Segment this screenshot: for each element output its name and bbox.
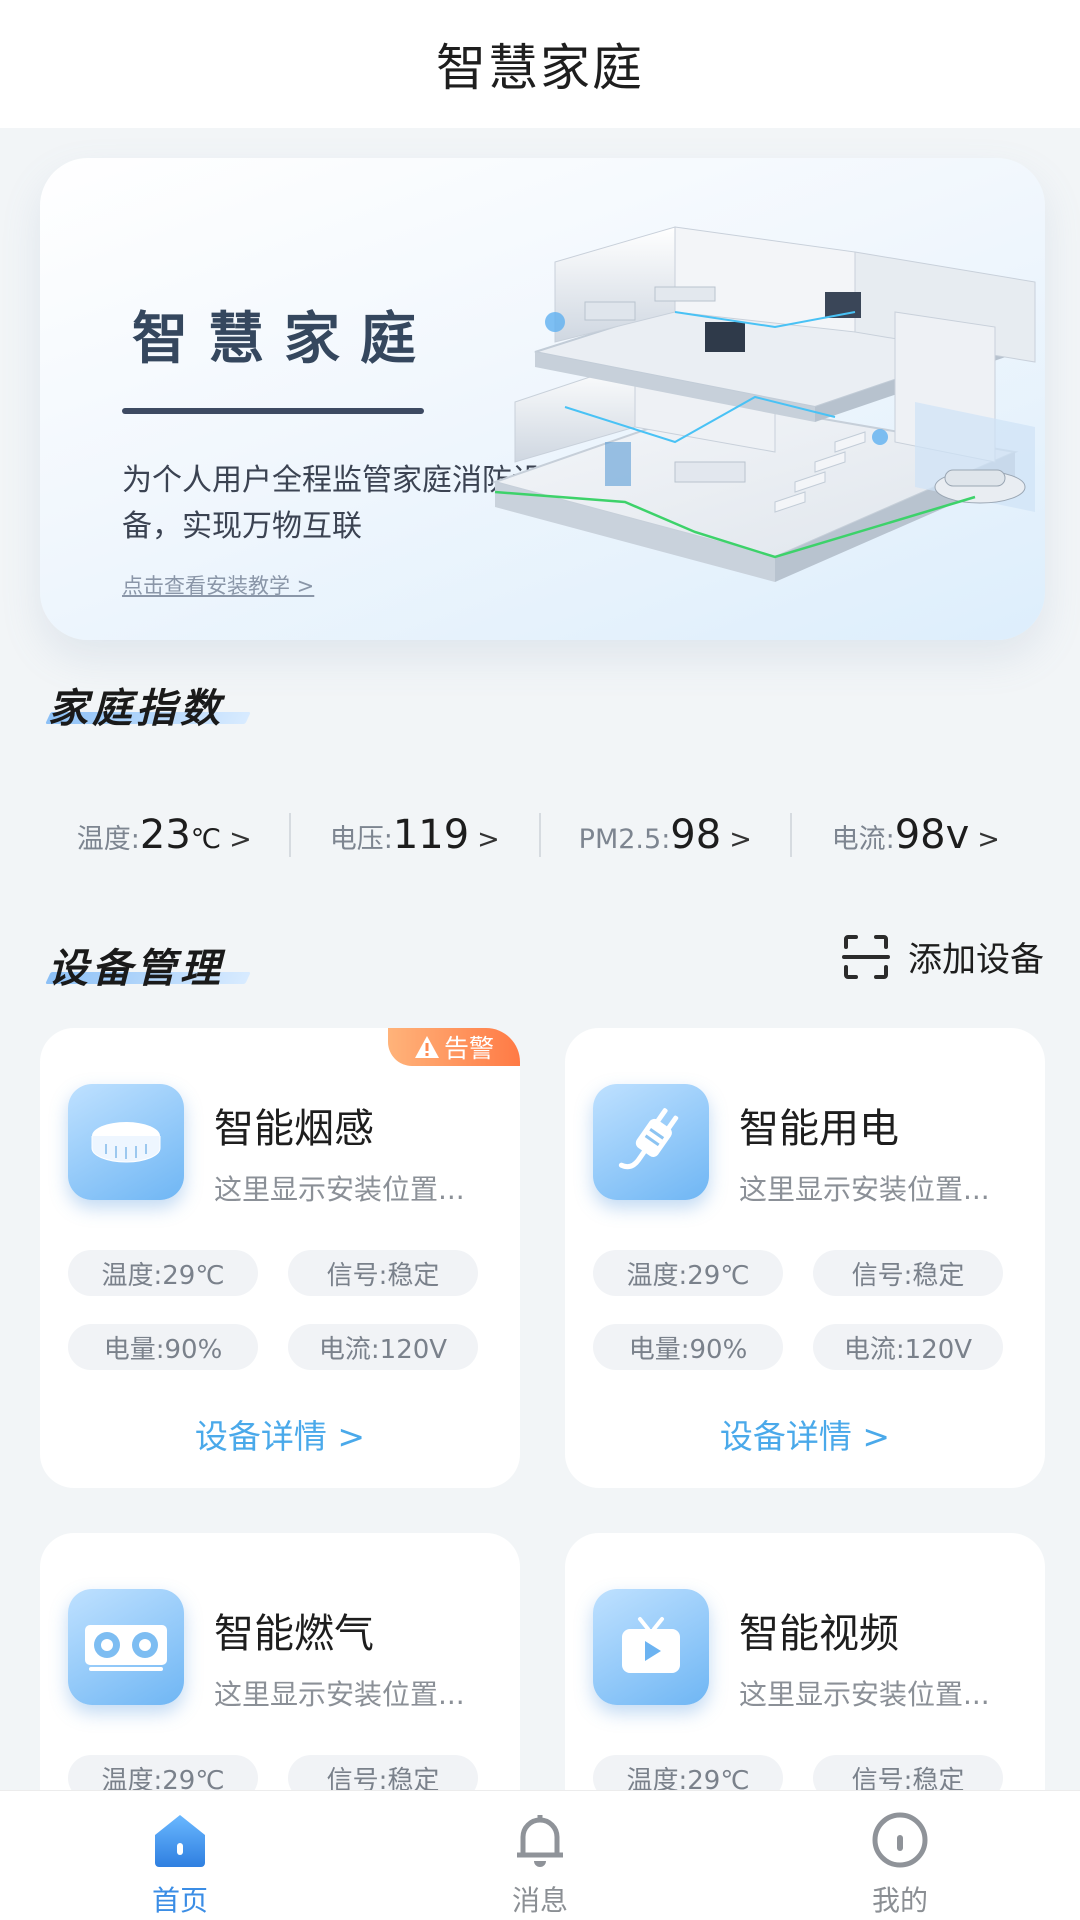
device-card-video[interactable]: 智能视频 这里显示安装位置... 温度:29℃ 信号:稳定 xyxy=(565,1533,1045,1833)
gas-stove-icon xyxy=(68,1589,184,1705)
index-value: 98v xyxy=(894,812,970,858)
chip-signal: 信号:稳定 xyxy=(813,1250,1003,1296)
device-card-gas[interactable]: 智能燃气 这里显示安装位置... 温度:29℃ 信号:稳定 xyxy=(40,1533,520,1833)
chevron-right-icon: > xyxy=(977,824,1000,855)
section-title-home-index: 家庭指数 xyxy=(48,686,224,732)
device-detail-link[interactable]: 设备详情 > xyxy=(565,1410,1045,1458)
add-device-label: 添加设备 xyxy=(908,940,1044,980)
banner[interactable]: 智慧家庭 为个人用户全程监管家庭消防设备，实现万物互联 点击查看安装教学 > xyxy=(40,158,1045,640)
scan-icon xyxy=(842,934,890,979)
tab-label: 消息 xyxy=(511,1884,568,1917)
device-name: 智能烟感 xyxy=(214,1106,374,1152)
index-label: 电流: xyxy=(831,824,895,855)
home-icon xyxy=(155,1815,205,1867)
device-name: 智能用电 xyxy=(739,1106,899,1152)
index-voltage[interactable]: 电压: 119 > xyxy=(291,812,540,858)
index-label: 温度: xyxy=(76,824,140,855)
index-value: 23 xyxy=(139,812,191,858)
plug-icon xyxy=(593,1084,709,1200)
chevron-right-icon: > xyxy=(477,824,500,855)
chip-temperature: 温度:29℃ xyxy=(593,1250,783,1296)
home-index-row: 温度: 23 ℃ > 电压: 119 > PM2.5: 98 > 电流: 98v… xyxy=(40,800,1040,870)
bell-icon xyxy=(517,1815,563,1867)
device-location: 这里显示安装位置... xyxy=(739,1173,990,1206)
banner-title: 智慧家庭 xyxy=(132,307,436,372)
device-card-power[interactable]: 智能用电 这里显示安装位置... 温度:29℃ 信号:稳定 电量:90% 电流:… xyxy=(565,1028,1045,1488)
chip-battery: 电量:90% xyxy=(593,1324,783,1370)
alarm-badge: 告警 xyxy=(388,1028,520,1066)
device-location: 这里显示安装位置... xyxy=(214,1173,465,1206)
page-title: 智慧家庭 xyxy=(436,39,644,97)
index-value: 98 xyxy=(670,812,722,858)
index-unit: ℃ xyxy=(190,824,222,855)
device-card-smoke[interactable]: 告警 智能烟感 这里显示安装位置... 温度:29℃ 信号:稳定 电量:90% … xyxy=(40,1028,520,1488)
chip-signal: 信号:稳定 xyxy=(288,1250,478,1296)
tab-messages[interactable]: 消息 xyxy=(360,1791,720,1920)
alarm-label: 告警 xyxy=(443,1034,494,1063)
user-icon xyxy=(872,1812,928,1868)
tab-label: 我的 xyxy=(871,1884,928,1917)
add-device-button[interactable]: 添加设备 xyxy=(842,932,1044,981)
chevron-right-icon: > xyxy=(729,824,752,855)
tab-home[interactable]: 首页 xyxy=(0,1791,360,1920)
bottom-tab-bar: 首页 消息 我的 xyxy=(0,1790,1080,1920)
chevron-right-icon: > xyxy=(229,824,252,855)
chip-battery: 电量:90% xyxy=(68,1324,258,1370)
banner-divider xyxy=(122,408,424,414)
index-pm25[interactable]: PM2.5: 98 > xyxy=(541,812,790,858)
index-current[interactable]: 电流: 98v > xyxy=(792,812,1041,858)
index-temperature[interactable]: 温度: 23 ℃ > xyxy=(40,812,289,858)
index-label: PM2.5: xyxy=(578,824,671,855)
device-location: 这里显示安装位置... xyxy=(214,1678,465,1711)
chip-temperature: 温度:29℃ xyxy=(68,1250,258,1296)
index-value: 119 xyxy=(392,812,470,858)
tab-mine[interactable]: 我的 xyxy=(720,1791,1080,1920)
install-tutorial-link[interactable]: 点击查看安装教学 > xyxy=(122,570,314,600)
smart-house-illustration xyxy=(491,226,1036,582)
device-location: 这里显示安装位置... xyxy=(739,1678,990,1711)
device-name: 智能燃气 xyxy=(214,1611,374,1657)
index-label: 电压: xyxy=(329,824,393,855)
device-name: 智能视频 xyxy=(739,1611,899,1657)
warning-icon xyxy=(414,1036,439,1058)
device-detail-link[interactable]: 设备详情 > xyxy=(40,1410,520,1458)
app-header: 智慧家庭 xyxy=(0,0,1080,128)
tab-label: 首页 xyxy=(151,1884,208,1917)
smoke-detector-icon xyxy=(68,1084,184,1200)
video-icon xyxy=(593,1589,709,1705)
chip-current: 电流:120V xyxy=(813,1324,1003,1370)
chip-current: 电流:120V xyxy=(288,1324,478,1370)
section-title-device-management: 设备管理 xyxy=(48,946,224,992)
